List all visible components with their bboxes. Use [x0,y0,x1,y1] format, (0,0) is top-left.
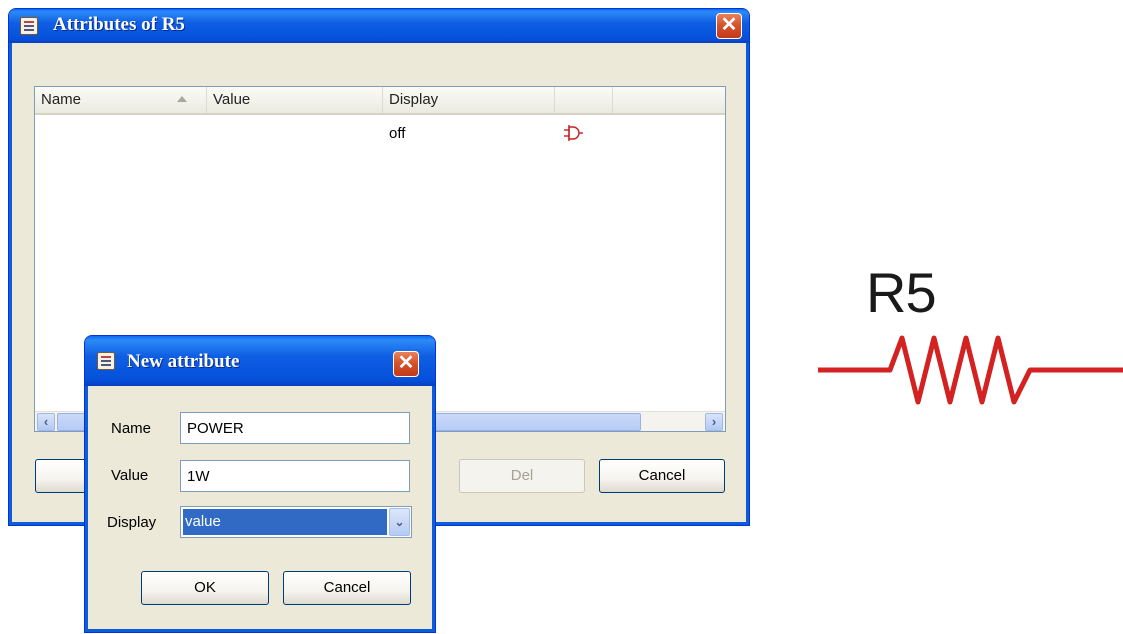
display-selected-value: value [183,509,387,535]
component-reference-label: R5 [866,261,937,324]
column-header-icon[interactable] [555,87,613,113]
logic-gate-icon [564,125,583,141]
value-field[interactable] [180,460,410,492]
row-display-cell: off [389,125,406,142]
column-header-display[interactable]: Display [383,87,555,113]
delete-button[interactable]: Del [459,459,585,493]
new-attribute-title: New attribute [127,351,240,372]
new-attribute-dialog: New attribute ✕ Name Value Display value… [84,335,436,633]
name-field[interactable] [180,412,410,444]
scroll-right-icon[interactable]: › [705,413,723,431]
cancel-button[interactable]: Cancel [283,571,411,605]
list-header: Name Value Display [35,87,725,115]
new-attribute-titlebar[interactable]: New attribute ✕ [85,336,435,386]
app-icon [20,17,38,35]
display-label: Display [107,514,157,531]
value-label: Value [111,467,149,484]
close-icon[interactable]: ✕ [393,351,419,377]
sort-ascending-icon [177,96,187,102]
app-icon [97,352,115,370]
ok-button[interactable]: OK [141,571,269,605]
attributes-titlebar[interactable]: Attributes of R5 ✕ [9,9,749,43]
cancel-button[interactable]: Cancel [599,459,725,493]
name-label: Name [111,420,152,437]
display-select[interactable]: value ⌄ [180,506,412,538]
close-icon[interactable]: ✕ [716,13,742,39]
chevron-down-icon[interactable]: ⌄ [389,508,410,536]
column-header-value[interactable]: Value [207,87,383,113]
table-row[interactable]: off [35,117,725,142]
attributes-title: Attributes of R5 [53,14,185,35]
resistor-symbol[interactable] [818,330,1123,410]
scroll-left-icon[interactable]: ‹ [37,413,55,431]
resistor-wire [818,335,1123,405]
